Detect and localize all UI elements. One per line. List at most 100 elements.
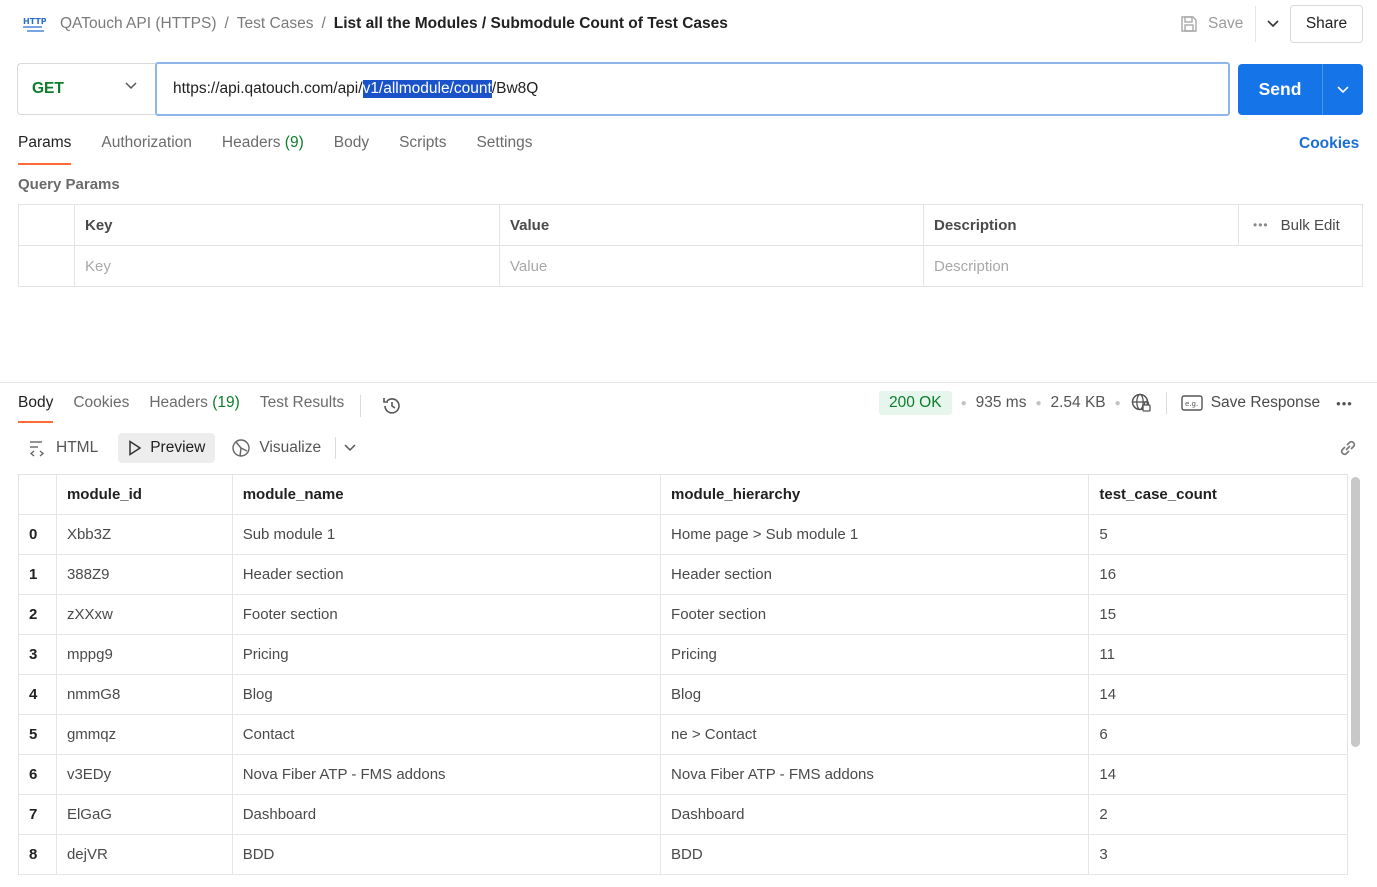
code-lines-icon bbox=[29, 441, 45, 457]
cell-test-case-count: 5 bbox=[1099, 526, 1108, 543]
tab-scripts[interactable]: Scripts bbox=[399, 134, 446, 164]
query-params-title: Query Params bbox=[18, 176, 120, 193]
headers-count: (9) bbox=[284, 134, 304, 151]
chevron-down-icon bbox=[125, 82, 137, 90]
description-input[interactable]: Description bbox=[924, 246, 1362, 287]
view-options-button[interactable] bbox=[336, 433, 364, 463]
method-label: GET bbox=[32, 80, 64, 97]
cell-module-name: Dashboard bbox=[233, 795, 662, 834]
resp-tab-body[interactable]: Body bbox=[18, 394, 54, 423]
key-input[interactable]: Key bbox=[75, 246, 500, 287]
request-title[interactable]: List all the Modules / Submodule Count o… bbox=[334, 15, 728, 32]
cell-module-name: BDD bbox=[233, 835, 662, 874]
cookies-link[interactable]: Cookies bbox=[1299, 135, 1359, 153]
query-params-table: Key Value Description ••• Bulk Edit Key … bbox=[18, 204, 1363, 287]
cell-module-hierarchy: Dashboard bbox=[661, 795, 1090, 834]
url-input[interactable]: https://api.qatouch.com/api/v1/allmodule… bbox=[155, 62, 1230, 116]
status-badge[interactable]: 200 OK bbox=[879, 391, 952, 415]
column-header[interactable]: test_case_count bbox=[1089, 475, 1347, 514]
row-index: 2 bbox=[19, 595, 57, 634]
url-text-selected: v1/allmodule/count bbox=[362, 80, 492, 98]
save-options-button[interactable] bbox=[1255, 6, 1289, 42]
chevron-down-icon bbox=[344, 444, 356, 452]
send-options-button[interactable] bbox=[1322, 64, 1363, 115]
row-index: 7 bbox=[19, 795, 57, 834]
column-key: Key bbox=[75, 205, 500, 245]
cell-module-id: v3EDy bbox=[57, 755, 233, 794]
resp-tab-test-results[interactable]: Test Results bbox=[260, 394, 344, 422]
response-time[interactable]: 935 ms bbox=[976, 394, 1027, 412]
view-visualize-button[interactable]: Visualize bbox=[221, 433, 331, 463]
link-icon[interactable] bbox=[1337, 437, 1359, 459]
row-index: 5 bbox=[19, 715, 57, 754]
view-html-button[interactable]: HTML bbox=[18, 433, 108, 463]
cell-module-hierarchy: BDD bbox=[661, 835, 1090, 874]
table-row: 8 dejVR BDD BDD 3 bbox=[19, 835, 1347, 875]
tab-headers-label: Headers bbox=[221, 134, 281, 151]
save-response-label: Save Response bbox=[1210, 394, 1321, 411]
send-button[interactable]: Send bbox=[1238, 79, 1322, 100]
more-options-icon[interactable]: ••• bbox=[1336, 396, 1353, 411]
network-globe-icon[interactable] bbox=[1130, 392, 1152, 414]
value-input[interactable]: Value bbox=[500, 246, 924, 287]
row-index: 1 bbox=[19, 555, 57, 594]
cell-test-case-count: 15 bbox=[1099, 606, 1117, 623]
table-scrollbar[interactable] bbox=[1351, 477, 1360, 747]
breadcrumb-collection[interactable]: QATouch API (HTTPS) bbox=[60, 15, 216, 32]
cell-module-hierarchy: Footer section bbox=[661, 595, 1090, 634]
cell-test-case-count: 2 bbox=[1099, 806, 1108, 823]
method-select[interactable]: GET bbox=[17, 63, 155, 115]
table-row: 3 mppg9 Pricing Pricing 11 bbox=[19, 635, 1347, 675]
url-text-after: /Bw8Q bbox=[491, 80, 539, 97]
table-row: 0 Xbb3Z Sub module 1 Home page > Sub mod… bbox=[19, 515, 1347, 555]
divider bbox=[360, 395, 362, 417]
cell-test-case-count: 16 bbox=[1099, 566, 1117, 583]
table-row: 6 v3EDy Nova Fiber ATP - FMS addons Nova… bbox=[19, 755, 1347, 795]
table-row: 5 gmmqz Contact ne > Contact 6 bbox=[19, 715, 1347, 755]
save-response-button[interactable]: e.g. Save Response bbox=[1165, 392, 1321, 414]
cell-test-case-count: 11 bbox=[1099, 646, 1115, 663]
cell-module-id: zXXxw bbox=[57, 595, 233, 634]
view-html-label: HTML bbox=[56, 439, 99, 456]
column-header[interactable]: module_id bbox=[57, 475, 233, 514]
save-button[interactable]: Save bbox=[1168, 6, 1255, 42]
breadcrumb-folder[interactable]: Test Cases bbox=[237, 15, 314, 32]
response-tabs: Body Cookies Headers (19) Test Results bbox=[18, 394, 403, 423]
cell-test-case-count: 6 bbox=[1099, 726, 1108, 743]
resp-tab-headers[interactable]: Headers (19) bbox=[149, 394, 239, 422]
column-header[interactable]: module_name bbox=[233, 475, 662, 514]
tab-settings[interactable]: Settings bbox=[476, 134, 532, 164]
view-visualize-label: Visualize bbox=[259, 439, 322, 456]
svg-text:e.g.: e.g. bbox=[1185, 400, 1198, 408]
pane-divider[interactable] bbox=[0, 382, 1377, 383]
http-request-icon: HTTP bbox=[23, 17, 46, 32]
response-meta: 200 OK ● 935 ms ● 2.54 KB ● e.g. Save Re… bbox=[879, 390, 1353, 416]
row-index: 6 bbox=[19, 755, 57, 794]
cell-module-name: Nova Fiber ATP - FMS addons bbox=[233, 755, 662, 794]
resp-tab-cookies[interactable]: Cookies bbox=[73, 394, 129, 422]
example-icon: e.g. bbox=[1181, 395, 1203, 411]
share-button[interactable]: Share bbox=[1290, 5, 1363, 43]
column-header[interactable]: module_hierarchy bbox=[661, 475, 1090, 514]
save-group: Save bbox=[1168, 6, 1289, 42]
cell-module-hierarchy: Pricing bbox=[661, 635, 1090, 674]
tab-headers[interactable]: Headers (9) bbox=[222, 134, 304, 164]
tab-authorization[interactable]: Authorization bbox=[101, 134, 191, 164]
cell-module-name: Pricing bbox=[233, 635, 662, 674]
table-row: 2 zXXxw Footer section Footer section 15 bbox=[19, 595, 1347, 635]
chevron-down-icon bbox=[1337, 85, 1349, 93]
row-checkbox bbox=[19, 246, 75, 287]
bulk-edit-label: Bulk Edit bbox=[1280, 216, 1340, 234]
cell-module-id: ElGaG bbox=[57, 795, 233, 834]
view-preview-button[interactable]: Preview bbox=[118, 433, 216, 463]
tab-body[interactable]: Body bbox=[334, 134, 369, 164]
cell-module-name: Header section bbox=[233, 555, 662, 594]
tab-params[interactable]: Params bbox=[18, 134, 72, 165]
svg-text:HTTP: HTTP bbox=[23, 17, 46, 26]
history-icon[interactable] bbox=[381, 395, 403, 417]
cell-test-case-count: 14 bbox=[1099, 686, 1117, 703]
url-text-before: https://api.qatouch.com/api/ bbox=[173, 80, 363, 97]
cell-module-id: dejVR bbox=[57, 835, 233, 874]
response-size[interactable]: 2.54 KB bbox=[1051, 394, 1106, 412]
bulk-edit-button[interactable]: ••• Bulk Edit bbox=[1239, 205, 1362, 245]
